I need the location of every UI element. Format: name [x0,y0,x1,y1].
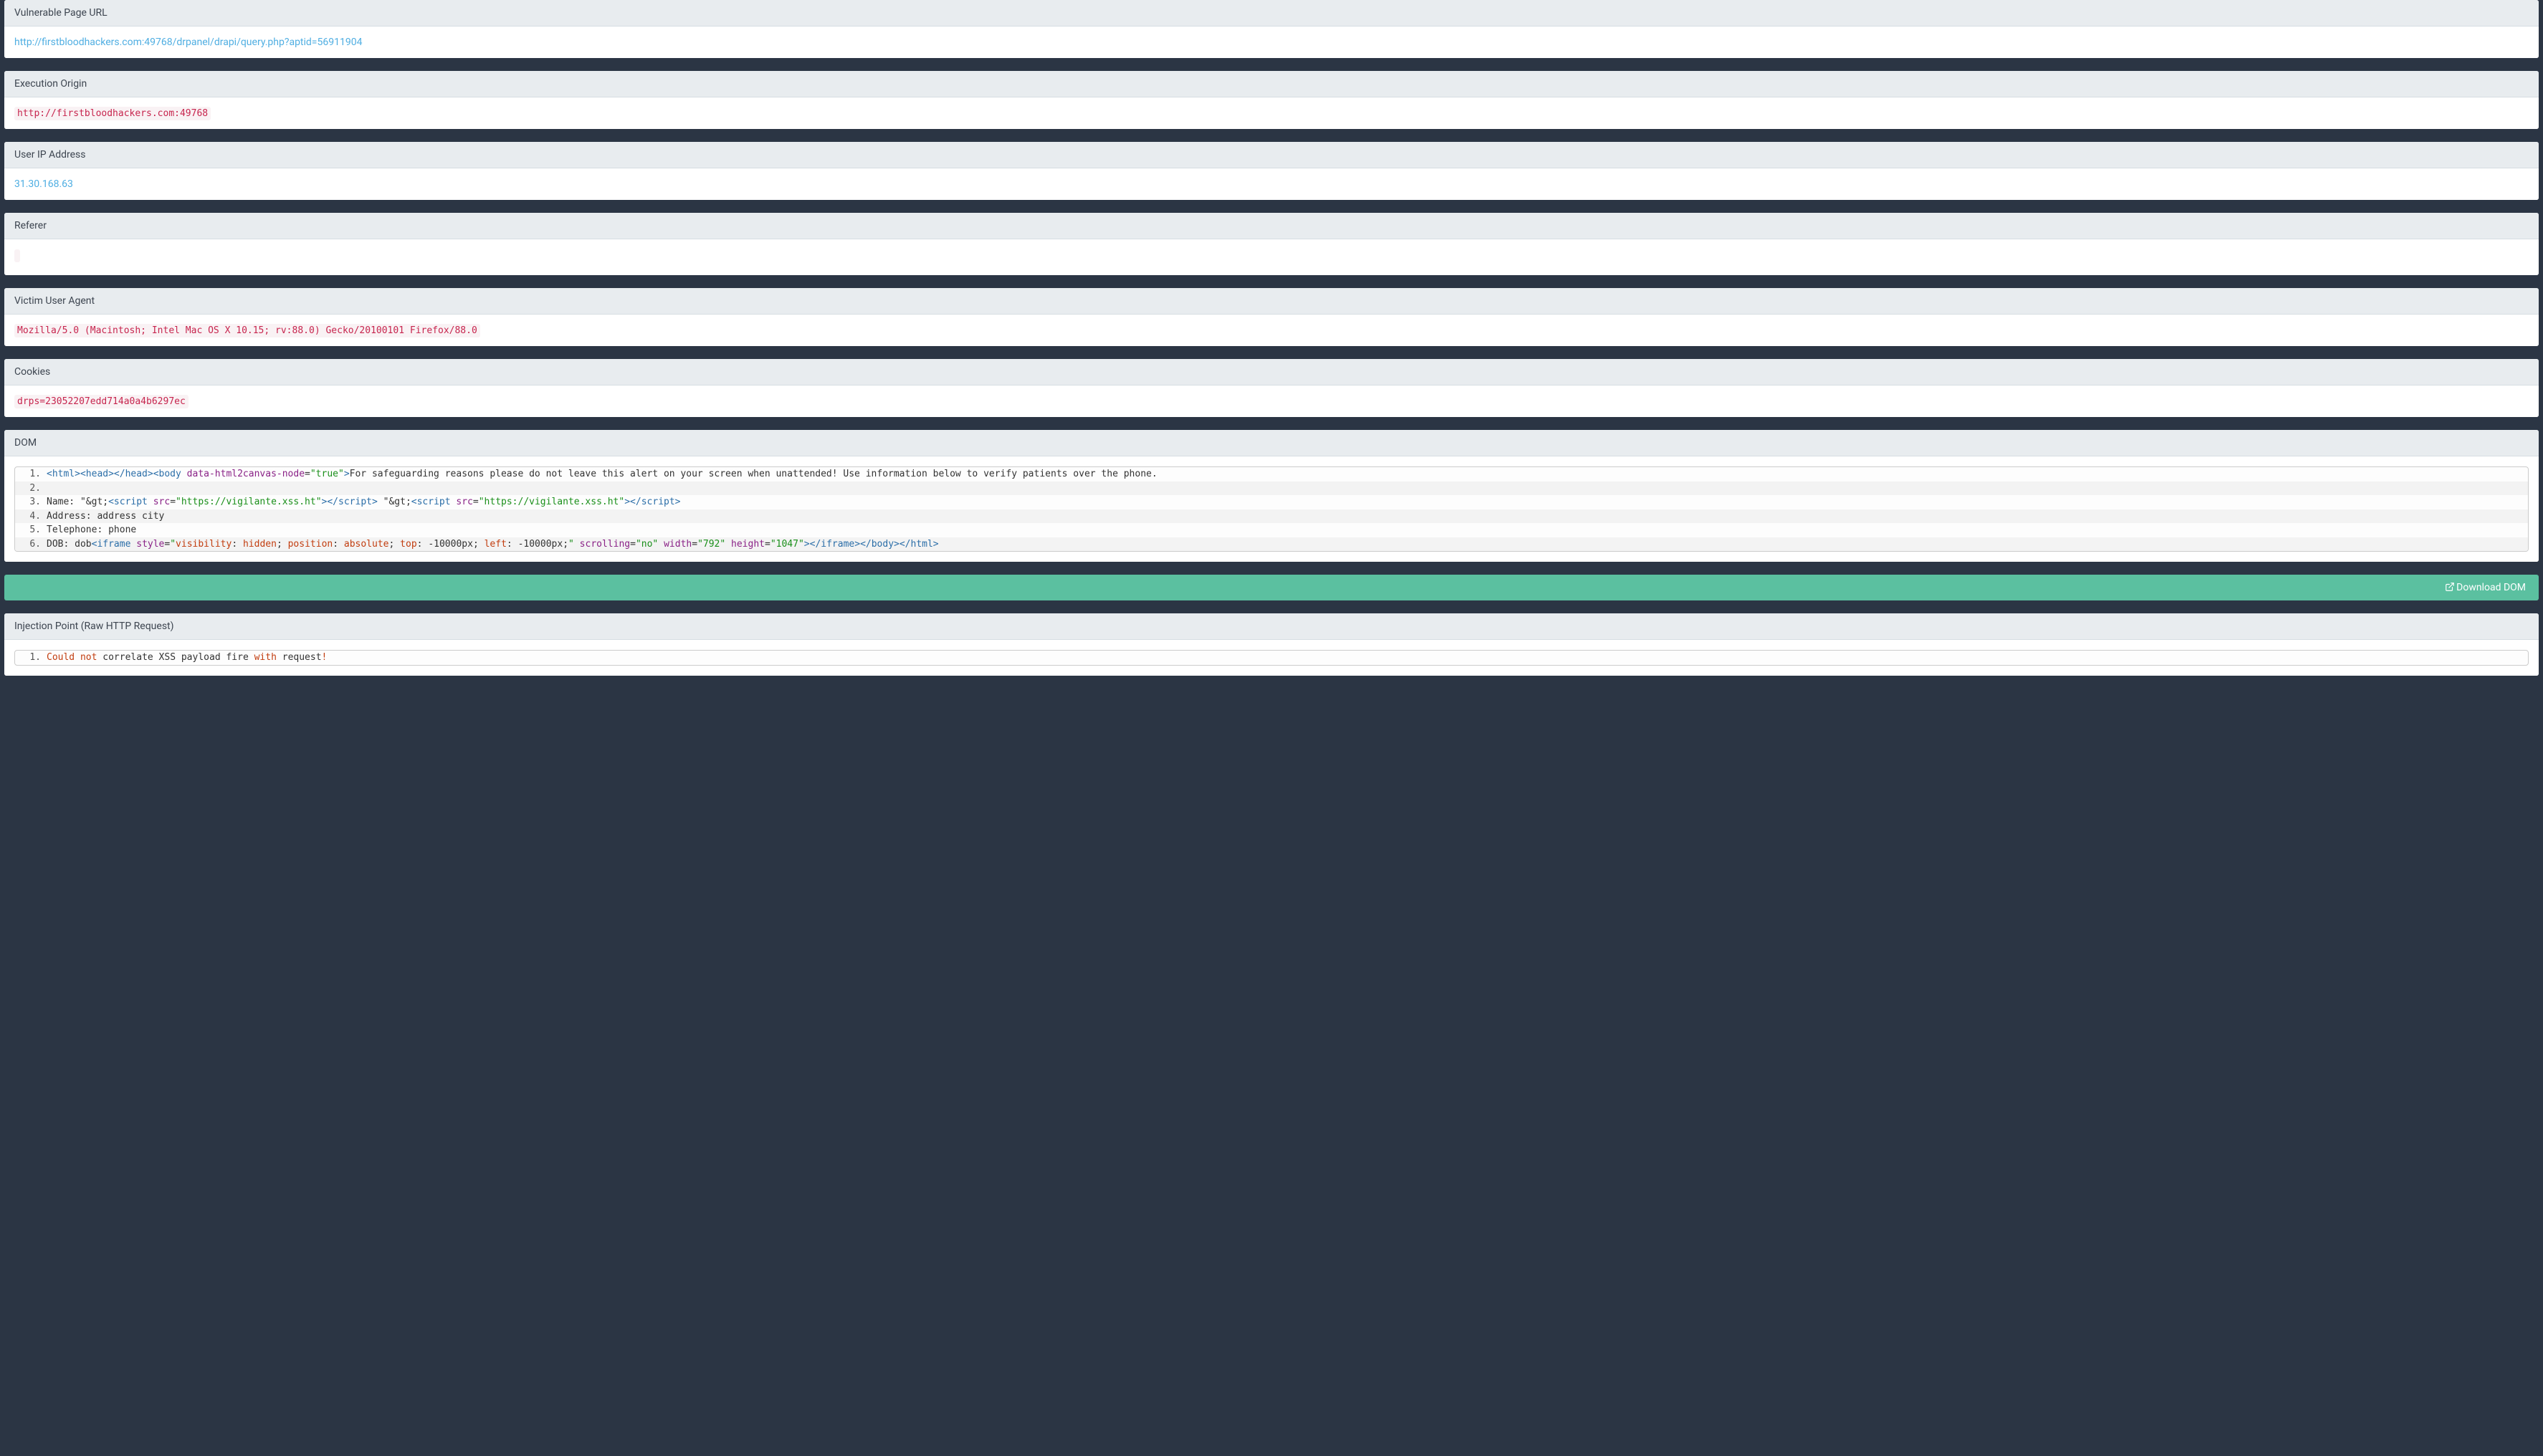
dom-line-list: <html><head></head><body data-html2canva… [15,467,2528,551]
panel-header-user-agent: Victim User Agent [4,288,2539,315]
panel-header-dom: DOM [4,430,2539,456]
panel-body-vulnerable-url: http://firstbloodhackers.com:49768/drpan… [4,27,2539,58]
panel-header-cookies: Cookies [4,359,2539,385]
cookies-value: drps=23052207edd714a0a4b6297ec [14,395,189,408]
injection-line: Could not correlate XSS payload fire wit… [15,651,2528,665]
panel-body-execution-origin: http://firstbloodhackers.com:49768 [4,97,2539,129]
panel-header-execution-origin: Execution Origin [4,71,2539,97]
panel-cookies: Cookies drps=23052207edd714a0a4b6297ec [4,359,2539,417]
panel-body-dom: <html><head></head><body data-html2canva… [4,456,2539,562]
panel-body-user-ip: 31.30.168.63 [4,168,2539,200]
panel-execution-origin: Execution Origin http://firstbloodhacker… [4,71,2539,129]
dom-line: DOB: dob<iframe style="visibility: hidde… [15,537,2528,552]
vulnerable-url-link[interactable]: http://firstbloodhackers.com:49768/drpan… [14,37,362,48]
download-dom-label: Download DOM [2456,582,2526,593]
dom-code-block: <html><head></head><body data-html2canva… [14,466,2529,552]
referer-value-empty [14,249,20,262]
panel-referer: Referer [4,213,2539,275]
user-ip-link[interactable]: 31.30.168.63 [14,178,73,190]
panel-header-vulnerable-url: Vulnerable Page URL [4,0,2539,27]
panel-body-referer [4,239,2539,275]
dom-line [15,482,2528,496]
panel-body-injection-point: Could not correlate XSS payload fire wit… [4,640,2539,676]
panel-vulnerable-page-url: Vulnerable Page URL http://firstbloodhac… [4,0,2539,58]
panel-body-user-agent: Mozilla/5.0 (Macintosh; Intel Mac OS X 1… [4,315,2539,346]
panel-dom: DOM <html><head></head><body data-html2c… [4,430,2539,562]
dom-line: Address: address city [15,509,2528,524]
dom-line: <html><head></head><body data-html2canva… [15,467,2528,482]
user-agent-value: Mozilla/5.0 (Macintosh; Intel Mac OS X 1… [14,324,480,337]
panel-injection-point: Injection Point (Raw HTTP Request) Could… [4,613,2539,676]
execution-origin-value: http://firstbloodhackers.com:49768 [14,107,211,120]
panel-user-agent: Victim User Agent Mozilla/5.0 (Macintosh… [4,288,2539,346]
download-dom-button[interactable]: Download DOM [4,575,2539,600]
panel-header-referer: Referer [4,213,2539,239]
panel-user-ip: User IP Address 31.30.168.63 [4,142,2539,200]
external-link-icon [2445,582,2455,592]
panel-header-user-ip: User IP Address [4,142,2539,168]
dom-line: Telephone: phone [15,523,2528,537]
panel-body-cookies: drps=23052207edd714a0a4b6297ec [4,385,2539,417]
panel-header-injection-point: Injection Point (Raw HTTP Request) [4,613,2539,640]
dom-line: Name: "&gt;<script src="https://vigilant… [15,495,2528,509]
injection-code-block: Could not correlate XSS payload fire wit… [14,650,2529,666]
injection-line-list: Could not correlate XSS payload fire wit… [15,651,2528,665]
